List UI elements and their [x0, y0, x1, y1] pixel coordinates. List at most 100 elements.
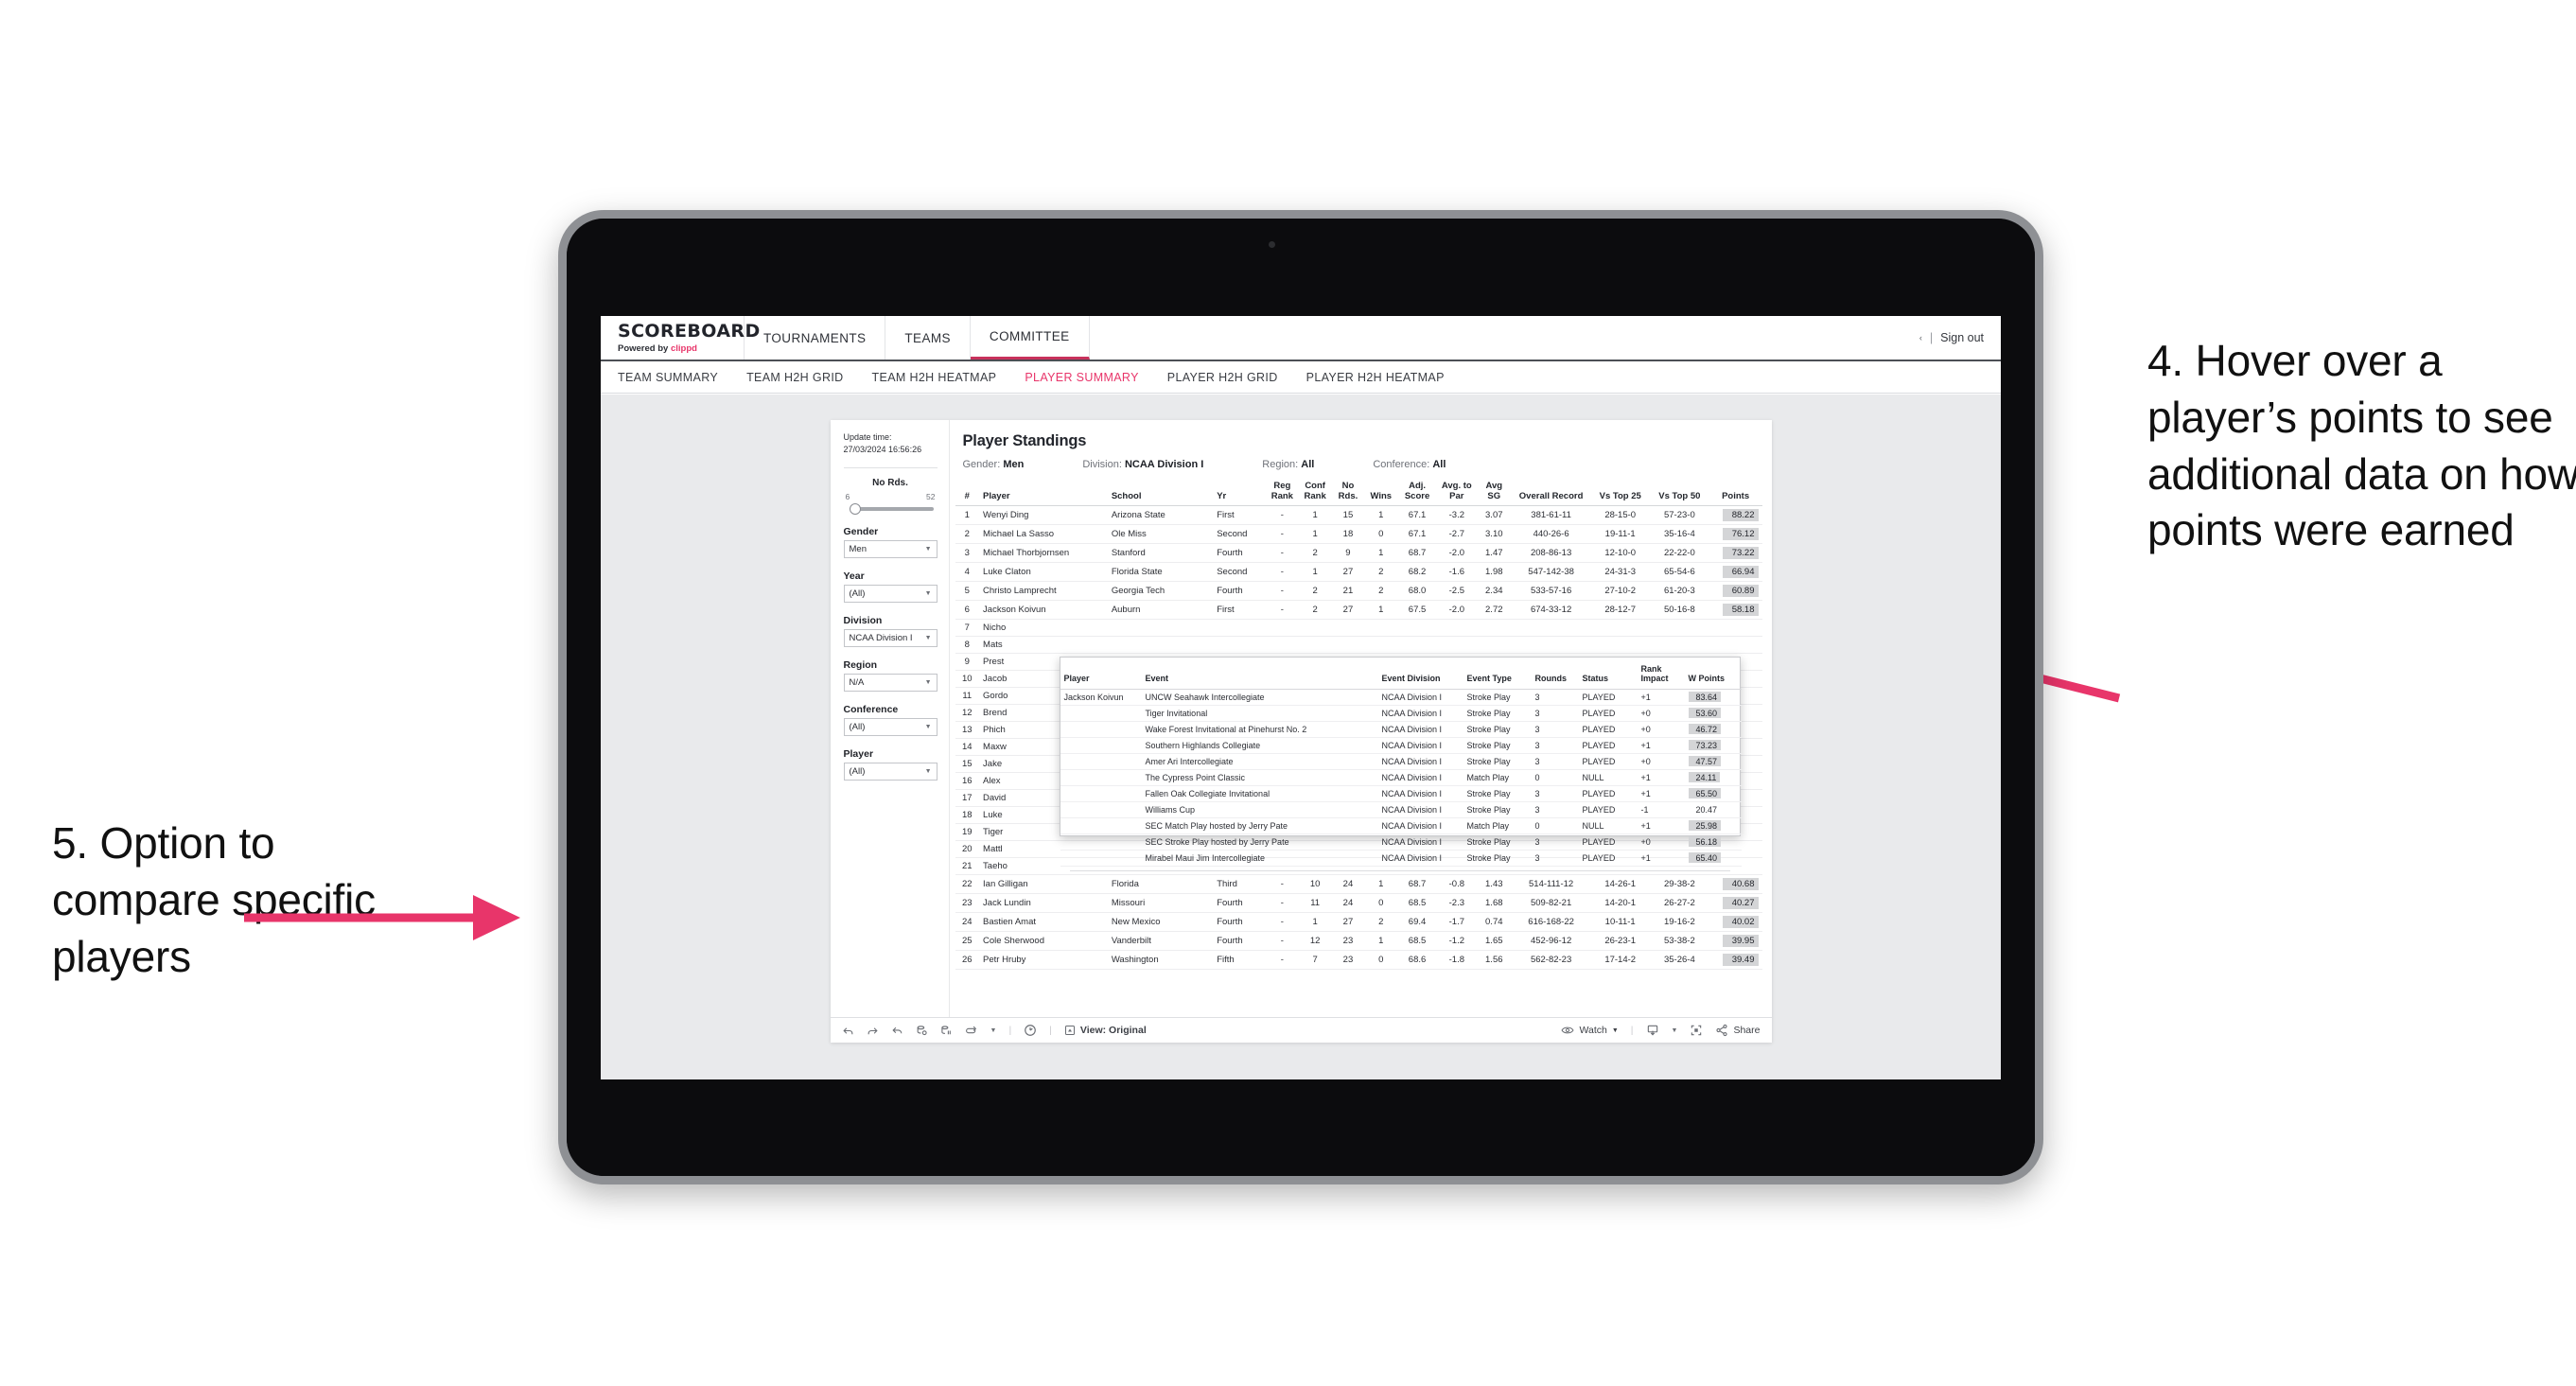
row-points[interactable]: 76.12: [1709, 524, 1762, 545]
col-reg-rank[interactable]: Reg Rank: [1265, 480, 1299, 507]
col-avg-sg[interactable]: Avg SG: [1476, 480, 1512, 507]
topnav-item-teams[interactable]: TEAMS: [885, 316, 971, 360]
slider-track[interactable]: [849, 503, 934, 516]
download-icon[interactable]: [1646, 1024, 1659, 1037]
user-chevron-icon[interactable]: ‹: [1919, 333, 1922, 342]
col-rank[interactable]: #: [955, 480, 980, 507]
filter-region-select[interactable]: N/A ▼: [843, 674, 938, 693]
col-vs-top-25[interactable]: Vs Top 25: [1590, 480, 1651, 507]
subnav-item-player-summary[interactable]: PLAYER SUMMARY: [1025, 371, 1138, 384]
row-points[interactable]: 40.27: [1709, 893, 1762, 914]
chevron-down-icon[interactable]: ▼: [1672, 1027, 1678, 1034]
row-points[interactable]: 39.49: [1709, 950, 1762, 971]
row-points[interactable]: 66.94: [1709, 562, 1762, 583]
col-school[interactable]: School: [1107, 480, 1214, 507]
row-adj-score: [1397, 636, 1437, 655]
row-points[interactable]: 58.18: [1709, 600, 1762, 621]
caret-icon[interactable]: ▼: [990, 1027, 997, 1034]
row-points[interactable]: [1709, 619, 1762, 638]
col-wins[interactable]: Wins: [1364, 480, 1398, 507]
view-original-button[interactable]: View: Original: [1064, 1025, 1147, 1036]
row-points[interactable]: 39.95: [1709, 931, 1762, 952]
fullscreen-icon[interactable]: [1690, 1024, 1703, 1037]
table-row[interactable]: 25 Cole Sherwood Vanderbilt Fourth -12 23 1 68.…: [955, 931, 1762, 952]
col-conf-rank[interactable]: Conf Rank: [1298, 480, 1332, 507]
col-yr[interactable]: Yr: [1213, 480, 1266, 507]
row-overall-record: [1511, 619, 1591, 638]
no-rounds-slider[interactable]: No Rds. 6 52: [844, 478, 938, 516]
redo-icon[interactable]: [867, 1025, 879, 1037]
tooltip-event: Amer Ari Intercollegiate: [1141, 753, 1378, 770]
row-school: Florida: [1107, 874, 1214, 895]
row-overall-record: 616-168-22: [1511, 912, 1591, 933]
topnav-item-tournaments[interactable]: TOURNAMENTS: [745, 316, 886, 360]
table-row[interactable]: 1 Wenyi Ding Arizona State First -1 15 1 67.1 -3…: [955, 505, 1762, 526]
brand-logo[interactable]: SCOREBOARD Powered by clippd: [601, 316, 760, 360]
alert-icon[interactable]: [1024, 1024, 1037, 1037]
table-row[interactable]: 24 Bastien Amat New Mexico Fourth -1 27 2 69.4-…: [955, 912, 1762, 933]
col-no-rds[interactable]: No Rds.: [1331, 480, 1365, 507]
filter-conference-select[interactable]: (All) ▼: [843, 718, 938, 737]
table-row[interactable]: 7 Nicho: [955, 619, 1762, 638]
subnav-item-player-h2h-heatmap[interactable]: PLAYER H2H HEATMAP: [1306, 371, 1445, 384]
pause-auto-update-icon[interactable]: [940, 1025, 953, 1037]
row-vs-top-25: 14-20-1: [1590, 893, 1651, 914]
row-yr: [1213, 619, 1266, 638]
row-points[interactable]: 60.89: [1709, 581, 1762, 602]
revert-icon[interactable]: [891, 1025, 903, 1037]
table-row[interactable]: 6 Jackson Koivun Auburn First -2 27 1 67.5 -2.0 2…: [955, 600, 1762, 621]
table-row[interactable]: 3 Michael Thorbjornsen Stanford Fourth -2 9 1 6…: [955, 543, 1762, 564]
refresh-data-icon[interactable]: [916, 1025, 928, 1037]
tooltip-rounds: 3: [1531, 801, 1579, 818]
watch-button[interactable]: Watch ▼: [1561, 1025, 1619, 1036]
col-vs-top-50[interactable]: Vs Top 50: [1650, 480, 1709, 507]
row-points[interactable]: 40.68: [1709, 874, 1762, 895]
row-yr: Second: [1213, 524, 1266, 545]
col-avg-to-par[interactable]: Avg. to Par: [1436, 480, 1477, 507]
subnav-item-team-h2h-heatmap[interactable]: TEAM H2H HEATMAP: [872, 371, 997, 384]
tooltip-event-division: NCAA Division I: [1377, 833, 1463, 851]
table-row[interactable]: 2 Michael La Sasso Ole Miss Second -1 18 0 67.1…: [955, 524, 1762, 545]
tooltip-player: [1060, 785, 1142, 802]
filter-player-select[interactable]: (All) ▼: [843, 763, 938, 781]
row-avg-sg: 1.47: [1476, 543, 1512, 564]
table-row[interactable]: 26 Petr Hruby Washington Fifth -7 23 0 68.6 -1.8…: [955, 950, 1762, 971]
table-row[interactable]: 8 Mats: [955, 636, 1762, 655]
tooltip-rounds: 3: [1531, 721, 1579, 738]
share-button[interactable]: Share: [1715, 1024, 1761, 1037]
filter-division-select[interactable]: NCAA Division I ▼: [843, 629, 938, 648]
col-adj-score[interactable]: Adj. Score: [1397, 480, 1437, 507]
subnav-item-team-summary[interactable]: TEAM SUMMARY: [618, 371, 718, 384]
col-player[interactable]: Player: [979, 480, 1108, 507]
row-points[interactable]: [1709, 636, 1762, 655]
viz-body: Update time: 27/03/2024 16:56:26 No Rds.…: [830, 420, 1772, 1017]
filter-player-label: Player: [843, 748, 874, 761]
tooltip-status: PLAYED: [1578, 785, 1638, 802]
subnav-item-team-h2h-grid[interactable]: TEAM H2H GRID: [746, 371, 843, 384]
filter-year-select[interactable]: (All) ▼: [843, 585, 938, 604]
row-avg-to-par: -2.0: [1436, 543, 1477, 564]
slider-knob[interactable]: [849, 503, 861, 516]
col-overall-record[interactable]: Overall Record: [1511, 480, 1591, 507]
tooltip-status: PLAYED: [1578, 850, 1638, 867]
sign-out-link[interactable]: Sign out: [1940, 331, 1984, 344]
undo-icon[interactable]: [842, 1025, 854, 1037]
filter-gender-select[interactable]: Men ▼: [843, 540, 938, 559]
table-row[interactable]: 5 Christo Lamprecht Georgia Tech Fourth -2 21…: [955, 581, 1762, 602]
subnav-item-player-h2h-grid[interactable]: PLAYER H2H GRID: [1167, 371, 1278, 384]
player-standings-table-wrap[interactable]: # Player School Yr Reg Rank Conf Rank No…: [950, 480, 1772, 1017]
row-points[interactable]: 73.22: [1709, 543, 1762, 564]
row-conf-rank: 10: [1298, 874, 1332, 895]
tooltip-event: Wake Forest Invitational at Pinehurst No…: [1141, 721, 1378, 738]
subscribe-icon[interactable]: [965, 1025, 978, 1037]
row-points[interactable]: 88.22: [1709, 505, 1762, 526]
table-row[interactable]: 4 Luke Claton Florida State Second -1 27 2 68.2…: [955, 562, 1762, 583]
row-avg-to-par: -1.2: [1436, 931, 1477, 952]
topnav-item-committee[interactable]: COMMITTEE: [970, 316, 1090, 360]
col-points[interactable]: Points: [1709, 480, 1762, 507]
table-row[interactable]: 23 Jack Lundin Missouri Fourth -11 24 0 68.5 -2.…: [955, 893, 1762, 914]
row-rank: 4: [955, 562, 980, 583]
row-no-rds: 18: [1331, 524, 1365, 545]
row-points[interactable]: 40.02: [1709, 912, 1762, 933]
table-row[interactable]: 22 Ian Gilligan Florida Third -10 24 1 68.7 -0.8…: [955, 874, 1762, 895]
